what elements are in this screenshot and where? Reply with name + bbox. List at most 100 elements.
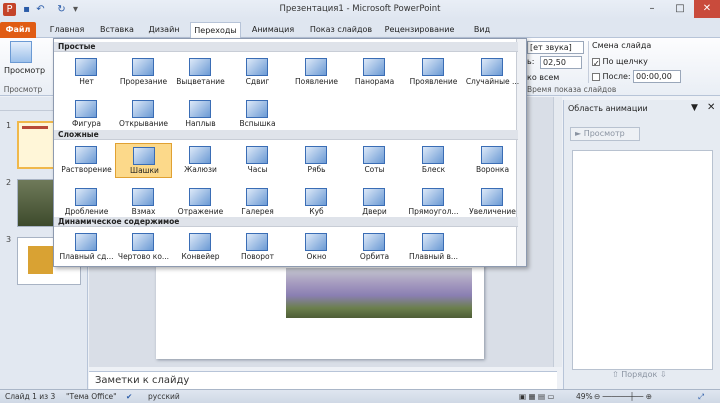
transition-icon — [363, 233, 385, 251]
transition-item[interactable]: Шашки — [115, 143, 172, 178]
tab-6[interactable]: Показ слайдов — [308, 22, 374, 38]
animation-list[interactable] — [572, 150, 713, 370]
transition-item[interactable]: Растворение — [58, 143, 115, 178]
tab-0[interactable]: Файл — [0, 22, 36, 38]
tab-8[interactable]: Вид — [469, 22, 495, 38]
preview-anim-button[interactable]: ► Просмотр — [570, 127, 640, 141]
transition-item[interactable]: Вспышка — [229, 97, 286, 132]
preview-icon[interactable] — [10, 41, 32, 63]
transition-item[interactable]: Прорезание — [115, 55, 172, 90]
transition-icon — [246, 146, 268, 164]
transition-item[interactable]: Орбита — [346, 230, 403, 265]
notes-placeholder: Заметки к слайду — [95, 375, 190, 386]
ribbon-tabs: Файл Главная Вставка Дизайн Переходы Анимация… — [0, 19, 720, 38]
zoom-slider[interactable]: ⊖ ──────┼── ⊕ — [594, 392, 652, 401]
ribbon-divider — [588, 41, 589, 83]
minimize-icon[interactable]: – — [638, 0, 666, 18]
after-label: После: — [602, 72, 631, 81]
transition-item[interactable]: Дробление — [58, 185, 115, 220]
transition-item[interactable]: Проявление — [405, 55, 462, 90]
editor-scrollbar[interactable] — [553, 97, 562, 367]
maximize-icon[interactable]: □ — [666, 0, 694, 18]
transition-item[interactable]: Случайные ... — [464, 55, 521, 90]
transition-item[interactable]: Взмах — [115, 185, 172, 220]
checkbox-icon[interactable]: ✓ — [592, 57, 600, 68]
preview-button[interactable]: Просмотр — [4, 66, 45, 75]
status-bar: Слайд 1 из 3 "Тема Office" ✔ русский ▣ ▦… — [0, 389, 720, 403]
transition-icon — [481, 146, 503, 164]
after-input[interactable]: 00:00,00 — [633, 70, 681, 83]
transition-item[interactable]: Нет — [58, 55, 115, 90]
transition-item[interactable]: Панорама — [346, 55, 403, 90]
transition-item[interactable]: Появление — [288, 55, 345, 90]
transition-item[interactable]: Жалюзи — [172, 143, 229, 178]
transition-icon — [246, 188, 268, 206]
transition-label: Чертово ко... — [117, 252, 170, 261]
chevron-down-icon[interactable]: ▼ — [691, 103, 698, 113]
close-icon[interactable]: ✕ — [694, 0, 720, 18]
transition-item[interactable]: Двери — [346, 185, 403, 220]
gallery-section-heading: Динамическое содержимое — [54, 217, 518, 227]
transition-item[interactable]: Выцветание — [172, 55, 229, 90]
tab-2[interactable]: Вставка — [97, 22, 137, 38]
tab-7[interactable]: Рецензирование — [381, 22, 458, 38]
transition-item[interactable]: Плавный сд... — [58, 230, 115, 265]
tab-5[interactable]: Анимация — [250, 22, 296, 38]
transition-item[interactable]: Прямоугол... — [405, 185, 462, 220]
transition-label: Прямоугол... — [408, 207, 459, 216]
transition-icon — [75, 188, 97, 206]
apply-all-button[interactable]: ко всем — [527, 73, 559, 82]
slide-number: 1 — [6, 121, 12, 130]
transition-item[interactable]: Галерея — [229, 185, 286, 220]
transition-item[interactable]: Окно — [288, 230, 345, 265]
tab-4[interactable]: Переходы — [190, 22, 241, 38]
transition-label: Появление — [295, 77, 338, 86]
transition-item[interactable]: Открывание — [115, 97, 172, 132]
spellcheck-icon[interactable]: ✔ — [126, 392, 132, 401]
animation-pane: Область анимации ▼ ✕ ► Просмотр ⇧ Порядо… — [563, 100, 720, 389]
transition-item[interactable]: Воронка — [464, 143, 521, 178]
transition-item[interactable]: Поворот — [229, 230, 286, 265]
tab-1[interactable]: Главная — [47, 22, 87, 38]
transition-item[interactable]: Часы — [229, 143, 286, 178]
close-icon[interactable]: ✕ — [707, 102, 715, 113]
transition-item[interactable]: Сдвиг — [229, 55, 286, 90]
fit-slide-icon[interactable]: ⤢ — [698, 392, 704, 402]
tab-3[interactable]: Дизайн — [144, 22, 184, 38]
transition-item[interactable]: Куб — [288, 185, 345, 220]
notes-pane[interactable]: Заметки к слайду — [89, 371, 557, 389]
transition-item[interactable]: Соты — [346, 143, 403, 178]
view-icons[interactable]: ▣ ▦ ▤ ▭ — [519, 392, 555, 401]
reorder-control[interactable]: ⇧ Порядок ⇩ — [612, 370, 667, 379]
checkbox-icon[interactable] — [592, 72, 600, 81]
transition-icon — [363, 146, 385, 164]
transition-item[interactable]: Конвейер — [172, 230, 229, 265]
transition-label: Орбита — [359, 252, 390, 261]
slide-number: 2 — [6, 178, 12, 187]
title-bar: P ▪ ↶ ↻ ▾ Презентация1 - Microsoft Power… — [0, 0, 720, 19]
transition-icon — [481, 188, 503, 206]
zoom-level[interactable]: 49% — [576, 392, 593, 401]
transition-item[interactable]: Фигура — [58, 97, 115, 132]
transition-item[interactable]: Чертово ко... — [115, 230, 172, 265]
transition-item[interactable]: Блеск — [405, 143, 462, 178]
transition-label: Открывание — [119, 119, 168, 128]
transition-icon — [246, 233, 268, 251]
up-arrow-icon[interactable]: ⇧ — [612, 370, 619, 379]
transition-label: Прорезание — [119, 77, 168, 86]
transition-item[interactable]: Наплыв — [172, 97, 229, 132]
after-checkbox[interactable]: После: — [592, 72, 631, 81]
theme-name[interactable]: "Тема Office" — [66, 392, 117, 401]
slide-photo[interactable] — [286, 268, 472, 318]
transition-item[interactable]: Рябь — [288, 143, 345, 178]
duration-input[interactable]: 02,50 — [540, 56, 582, 69]
transition-item[interactable]: Увеличение — [464, 185, 521, 220]
transition-icon — [189, 146, 211, 164]
on-click-checkbox[interactable]: ✓ По щелчку — [592, 57, 648, 68]
language[interactable]: русский — [148, 392, 180, 401]
down-arrow-icon[interactable]: ⇩ — [660, 370, 667, 379]
transition-item[interactable]: Плавный в... — [405, 230, 462, 265]
sound-select[interactable]: [ет звука] — [527, 41, 584, 54]
transition-item[interactable]: Отражение — [172, 185, 229, 220]
timing-group-label: Время показа слайдов — [527, 85, 617, 94]
